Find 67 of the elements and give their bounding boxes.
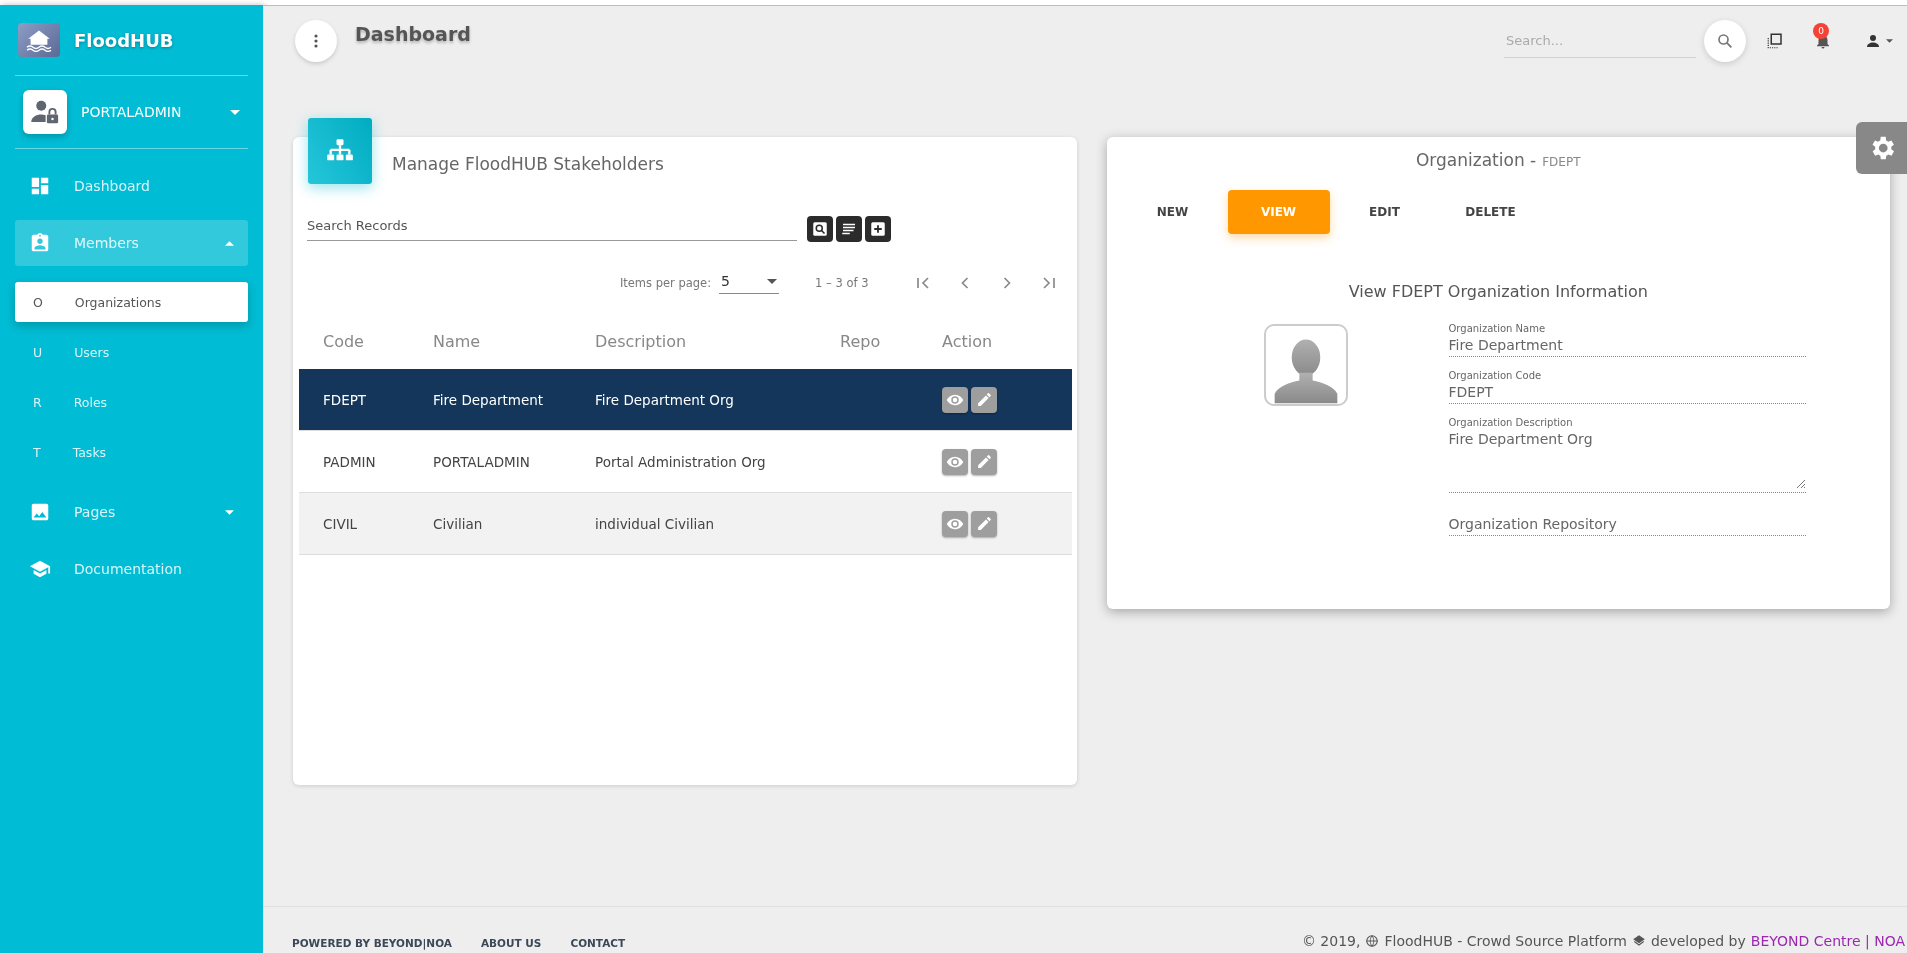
column-header: Description (595, 332, 688, 351)
action-tab[interactable]: DELETE (1439, 190, 1542, 234)
panel-title: Organization - (1416, 150, 1537, 170)
dashboard-icon (29, 175, 51, 197)
input-field[interactable]: Organization Repository (1448, 511, 1806, 536)
layers-icon (1631, 934, 1646, 948)
table-row[interactable]: FDEPT Fire Department Fire Department Org (299, 369, 1072, 431)
plus-icon (869, 220, 887, 238)
table-cell-text: Portal Administration Org (595, 453, 767, 470)
house-logo-icon (18, 23, 60, 57)
table-cell-text: Fire Department (433, 391, 545, 408)
avatar-silhouette-icon (1263, 324, 1348, 406)
footer-link[interactable]: POWERED BY BEYOND|NOA (292, 937, 452, 949)
add-button[interactable] (865, 216, 891, 242)
caret-down-icon (1886, 39, 1893, 43)
platform-name: FloodHUB - Crowd Source Platform (1384, 933, 1627, 949)
column-header: Repo (840, 332, 882, 351)
action-tab[interactable]: EDIT (1333, 190, 1436, 234)
settings-tab[interactable] (1856, 122, 1907, 174)
organization-code: FDEPT (1542, 155, 1581, 169)
search-field[interactable]: Search... (1504, 24, 1696, 58)
pencil-icon (975, 453, 993, 470)
table-cell-text: CIVIL (323, 515, 359, 532)
view-button[interactable] (942, 386, 968, 413)
table-cell-text: FDEPT (323, 391, 368, 408)
image-icon (29, 501, 51, 523)
user-icon[interactable] (1864, 32, 1882, 50)
pencil-icon (975, 391, 993, 408)
card-title: Manage FloodHUB Stakeholders (392, 154, 664, 174)
pencil-icon (975, 515, 993, 532)
notification-count: 0 (1813, 23, 1829, 39)
text-area[interactable]: Organization Description Fire Department Org (1448, 415, 1806, 493)
more-vertical-icon (314, 34, 318, 48)
column-header: Action (942, 332, 994, 351)
page-title: Dashboard (355, 23, 472, 45)
action-tab[interactable]: NEW (1121, 190, 1224, 234)
table-cell-text: Civilian (433, 515, 484, 532)
search-icon (1716, 32, 1734, 50)
globe-icon (1365, 934, 1380, 948)
column-header: Name (433, 332, 482, 351)
table-cell-text: Fire Department Org (595, 391, 735, 408)
window-icon[interactable] (1766, 32, 1784, 50)
column-header: Code (323, 332, 365, 351)
list-button[interactable] (836, 216, 862, 242)
user-lock-icon (23, 90, 67, 134)
copyright-text: © 2019, (1301, 933, 1361, 949)
brand-name: FloodHUB (74, 29, 174, 51)
table-cell-text: individual Civilian (595, 515, 716, 532)
page-size-select[interactable]: 5 (719, 271, 780, 294)
credit-link[interactable]: BEYOND Centre | NOA (1750, 933, 1905, 949)
footer-link[interactable]: ABOUT US (480, 937, 542, 949)
developed-by-text: developed by (1650, 933, 1746, 949)
search-button[interactable] (807, 216, 833, 242)
search-icon (811, 220, 829, 238)
table-cell-text: PADMIN (323, 453, 377, 470)
items-per-page-label: Items per page: (619, 275, 712, 290)
edit-button[interactable] (971, 386, 997, 413)
section-heading: View FDEPT Organization Information (1347, 282, 1649, 301)
caret-down-icon (767, 278, 778, 284)
page-range: 1 – 3 of 3 (815, 275, 869, 290)
footer-link[interactable]: CONTACT (570, 937, 626, 949)
input-field[interactable]: Organization Code FDEPT (1448, 368, 1806, 404)
table-cell-text: PORTALADMIN (433, 453, 531, 470)
input-field[interactable]: Organization Name Fire Department (1448, 321, 1806, 357)
graduation-cap-icon (29, 558, 51, 580)
sidebar-subitem[interactable]: O Organizations (15, 282, 248, 322)
id-badge-icon (29, 232, 51, 254)
